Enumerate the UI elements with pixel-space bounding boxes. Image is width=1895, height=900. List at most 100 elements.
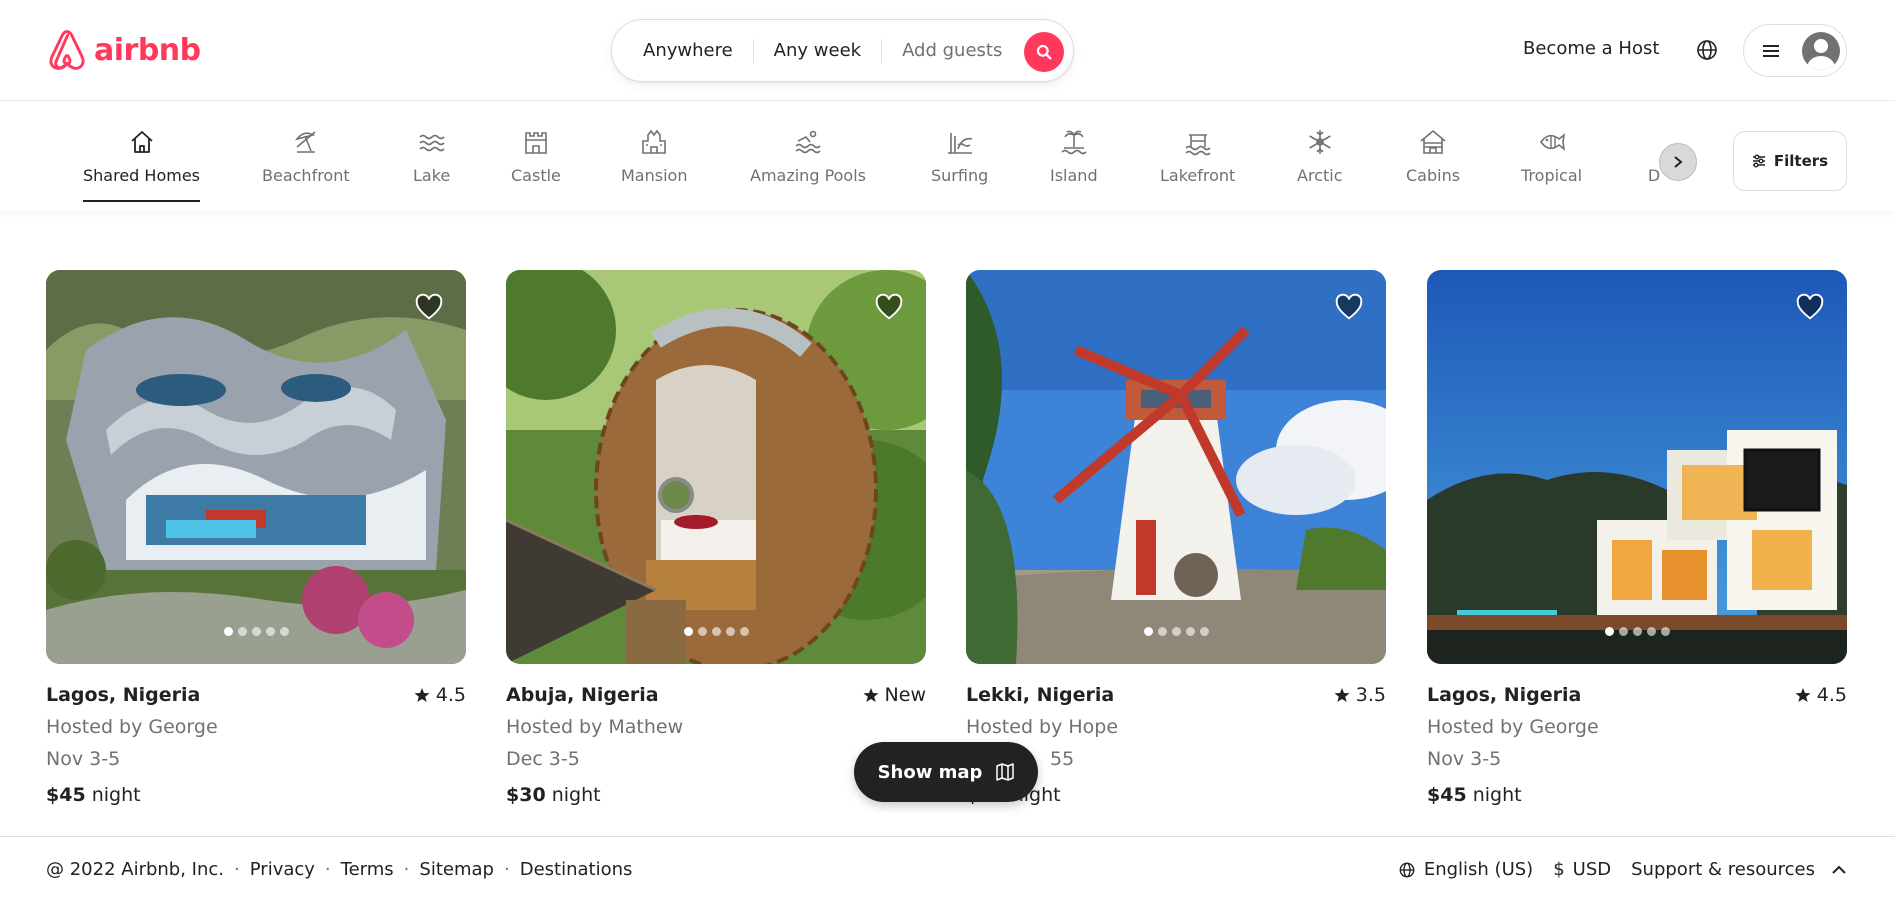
castle-icon	[525, 132, 547, 154]
avatar	[1802, 31, 1840, 70]
airbnb-logo[interactable]: airbnb	[46, 28, 201, 72]
price-amount: $30	[506, 784, 546, 806]
photo-dot[interactable]	[265, 627, 275, 636]
listing-dates: Nov 3-5	[1427, 748, 1502, 770]
currency-selector[interactable]: $ USD	[1553, 859, 1611, 880]
footer-link-sitemap[interactable]: Sitemap	[419, 859, 494, 880]
chevron-up-icon	[1832, 865, 1846, 874]
photo-dot[interactable]	[1646, 627, 1656, 636]
pool-icon	[795, 130, 821, 154]
category-island[interactable]: Island	[1050, 127, 1098, 207]
footer-separator: ·	[503, 859, 510, 880]
photo-dot[interactable]	[683, 627, 693, 636]
listing-price: $45 night	[1427, 784, 1847, 806]
price-amount: $45	[46, 784, 86, 806]
photo-dot[interactable]	[697, 627, 707, 636]
star-icon	[863, 688, 879, 702]
category-lake[interactable]: Lake	[413, 127, 450, 207]
listing-photo[interactable]	[506, 270, 926, 664]
category-shared-homes[interactable]: Shared Homes	[83, 127, 200, 207]
listing-image-cube-house	[1427, 270, 1847, 664]
listing-location: Lagos, Nigeria	[1427, 684, 1582, 706]
globe-icon[interactable]	[1695, 38, 1719, 62]
footer-separator: ·	[234, 859, 240, 880]
currency-symbol: $	[1553, 859, 1565, 880]
category-lakefront[interactable]: Lakefront	[1160, 127, 1235, 207]
category-bar: Shared Homes Beachfront Lake Castle Mans…	[0, 101, 1895, 211]
filters-button[interactable]: Filters	[1733, 131, 1847, 191]
snowflake-icon	[1308, 130, 1331, 154]
category-label: D	[1647, 166, 1661, 185]
category-cabins[interactable]: Cabins	[1406, 127, 1460, 207]
search-divider	[752, 38, 754, 63]
mansion-icon	[642, 129, 667, 154]
listing-photo[interactable]	[1427, 270, 1847, 664]
star-icon	[1334, 688, 1350, 702]
listing-photo[interactable]	[46, 270, 466, 664]
map-icon	[996, 763, 1015, 781]
photo-dot[interactable]	[1660, 627, 1670, 636]
listing-image-wave-house	[46, 270, 466, 664]
support-resources-button[interactable]: Support & resources	[1631, 859, 1847, 880]
search-divider	[881, 38, 883, 63]
search-button[interactable]	[1024, 32, 1064, 72]
photo-dot[interactable]	[1199, 627, 1209, 636]
listing-card[interactable]: Abuja, Nigeria New Hosted by Mathew Dec …	[506, 270, 926, 806]
language-selector[interactable]: English (US)	[1398, 859, 1533, 880]
user-menu-button[interactable]	[1743, 24, 1847, 77]
photo-dot[interactable]	[1618, 627, 1628, 636]
category-amazing-pools[interactable]: Amazing Pools	[750, 127, 866, 207]
become-host-link[interactable]: Become a Host	[1523, 38, 1659, 59]
search-guests[interactable]: Add guests	[902, 40, 1002, 61]
favorite-heart-icon[interactable]	[874, 292, 904, 322]
photo-dot[interactable]	[1171, 627, 1181, 636]
photo-dot[interactable]	[237, 627, 247, 636]
category-label: Mansion	[621, 166, 688, 185]
show-map-button[interactable]: Show map	[854, 742, 1038, 802]
photo-dot[interactable]	[223, 627, 233, 636]
favorite-heart-icon[interactable]	[1334, 292, 1364, 322]
photo-dot[interactable]	[1143, 627, 1153, 636]
photo-dot[interactable]	[739, 627, 749, 636]
category-beachfront[interactable]: Beachfront	[262, 127, 350, 207]
listing-dates: Nov 3-5	[46, 748, 121, 770]
category-surfing[interactable]: Surfing	[931, 127, 988, 207]
active-tab-indicator	[83, 200, 200, 202]
price-amount: $45	[1427, 784, 1467, 806]
brand-name: airbnb	[94, 32, 201, 68]
category-tropical[interactable]: Tropical	[1521, 127, 1582, 207]
search-dates[interactable]: Any week	[774, 40, 861, 61]
listing-host: Hosted by George	[46, 716, 218, 738]
photo-dot[interactable]	[1185, 627, 1195, 636]
footer-link-terms[interactable]: Terms	[341, 859, 394, 880]
listing-rating: 4.5	[1795, 684, 1847, 706]
category-label: Island	[1050, 166, 1098, 185]
category-arctic[interactable]: Arctic	[1297, 127, 1342, 207]
favorite-heart-icon[interactable]	[414, 292, 444, 322]
category-label: Lakefront	[1160, 166, 1236, 185]
photo-pagination-dots	[1427, 627, 1847, 636]
photo-dot[interactable]	[711, 627, 721, 636]
photo-dot[interactable]	[251, 627, 261, 636]
footer-link-privacy[interactable]: Privacy	[250, 859, 315, 880]
listing-photo[interactable]	[966, 270, 1386, 664]
photo-dot[interactable]	[725, 627, 735, 636]
listing-card[interactable]: Lekki, Nigeria 3.5 Hosted by Hope 55 $50…	[966, 270, 1386, 806]
show-map-label: Show map	[877, 761, 983, 783]
listing-card[interactable]: Lagos, Nigeria 4.5 Hosted by George Nov …	[1427, 270, 1847, 806]
photo-dot[interactable]	[279, 627, 289, 636]
globe-icon	[1399, 862, 1415, 877]
category-mansion[interactable]: Mansion	[621, 127, 687, 207]
filters-label: Filters	[1773, 152, 1829, 170]
photo-dot[interactable]	[1604, 627, 1614, 636]
category-next-button[interactable]	[1659, 143, 1697, 181]
listing-card[interactable]: Lagos, Nigeria 4.5 Hosted by George Nov …	[46, 270, 466, 806]
favorite-heart-icon[interactable]	[1795, 292, 1825, 322]
photo-dot[interactable]	[1632, 627, 1642, 636]
search-bar[interactable]: Anywhere Any week Add guests	[611, 19, 1074, 82]
category-castle[interactable]: Castle	[511, 127, 561, 207]
search-location[interactable]: Anywhere	[643, 40, 733, 61]
chevron-right-icon	[1674, 156, 1683, 168]
footer-link-destinations[interactable]: Destinations	[520, 859, 633, 880]
photo-dot[interactable]	[1157, 627, 1167, 636]
